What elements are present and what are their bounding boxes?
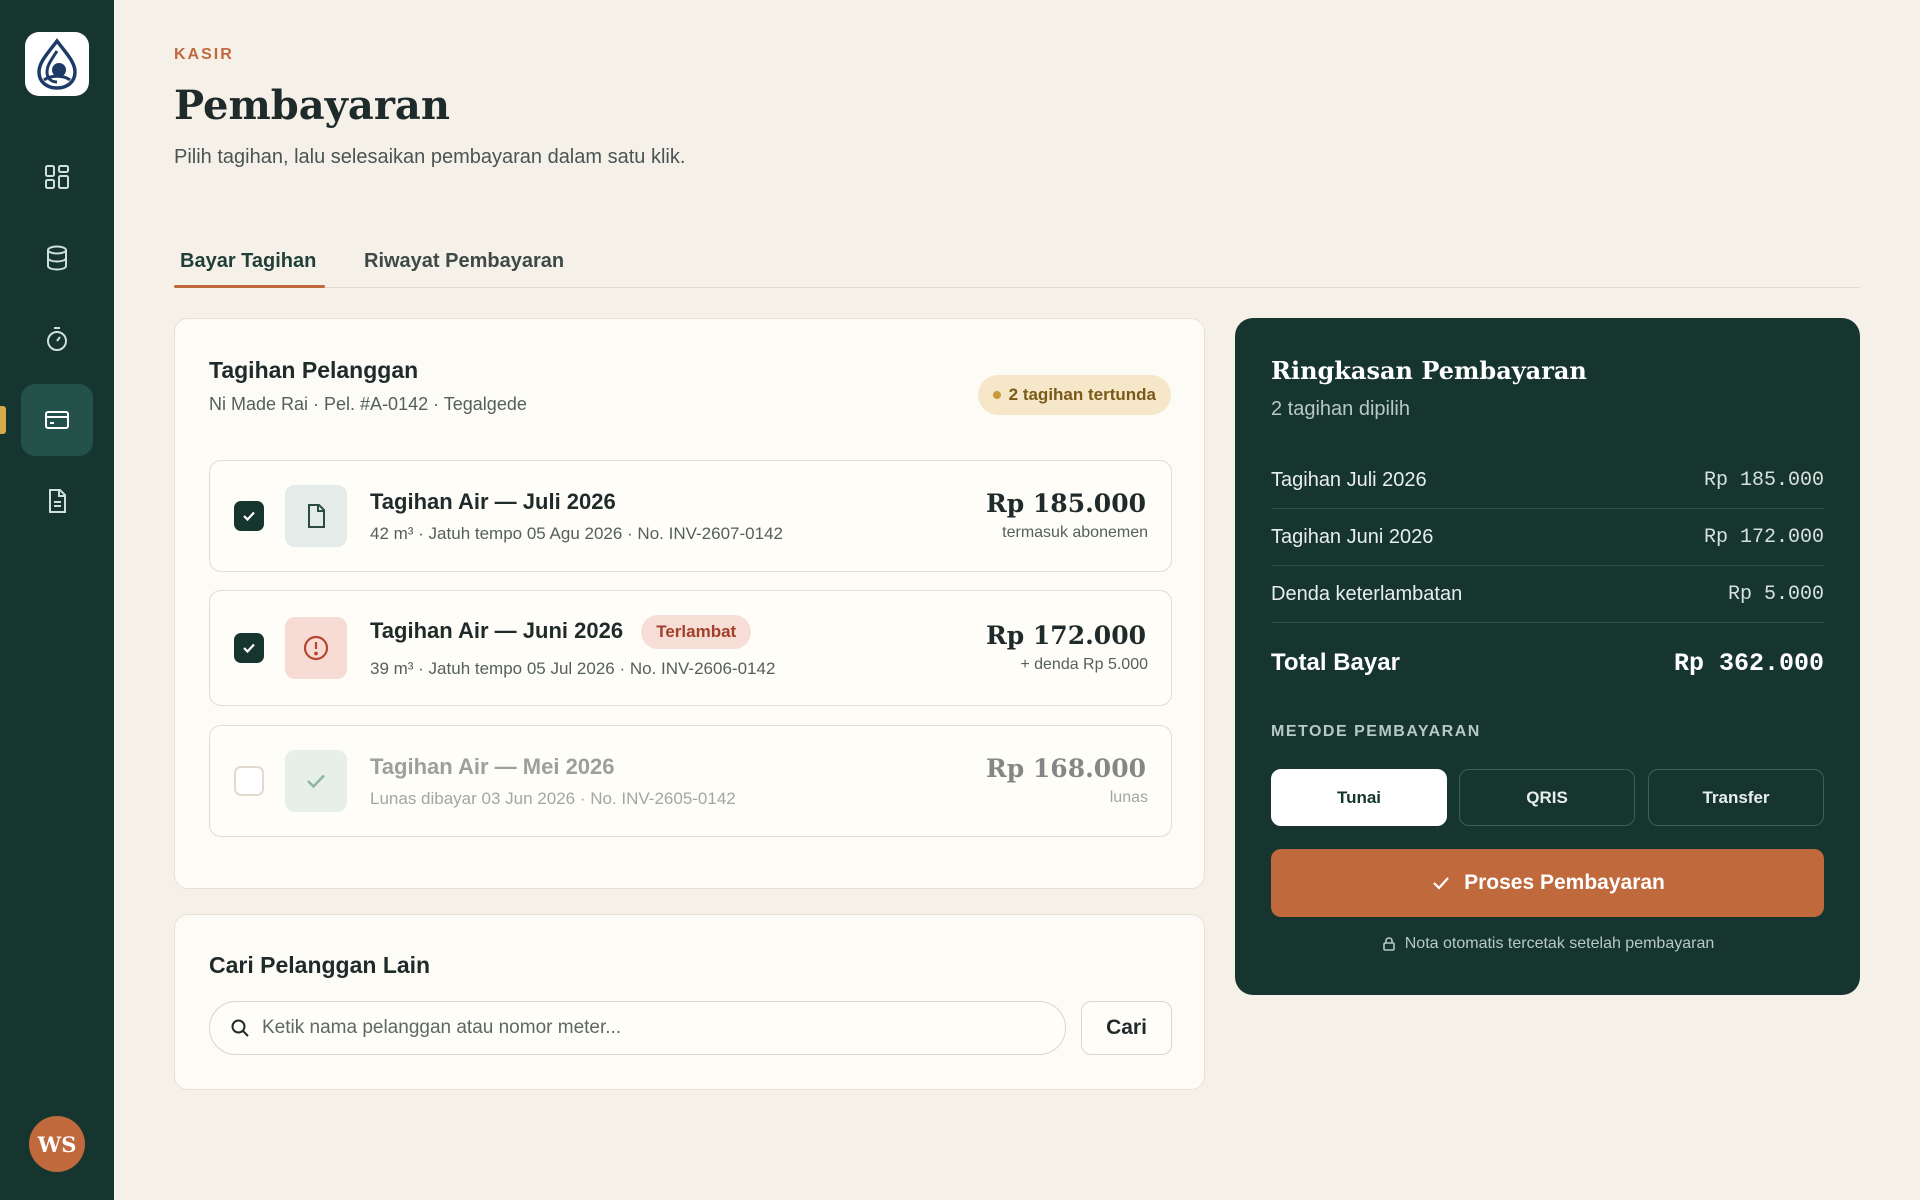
method-tunai-button[interactable]: Tunai — [1271, 769, 1447, 826]
bills-title: Tagihan Pelanggan — [209, 357, 419, 383]
search-input[interactable] — [262, 1017, 1042, 1039]
pending-dot-icon — [992, 391, 1001, 399]
summary-row: Tagihan Juni 2026 Rp 172.000 — [1271, 509, 1824, 566]
app-logo[interactable] — [25, 32, 89, 96]
check-icon — [243, 511, 255, 522]
summary-total: Total Bayar Rp 362.000 — [1271, 643, 1824, 683]
late-status-badge: Terlambat — [641, 615, 752, 649]
avatar-initials: WS — [37, 1131, 77, 1157]
bill-meta: Lunas dibayar 03 Jun 2026 · No. INV-2605… — [370, 789, 736, 808]
nav-payments[interactable] — [21, 384, 93, 456]
page-title: Pembayaran — [174, 82, 450, 129]
bill-checkbox-juli[interactable] — [234, 501, 264, 531]
bills-card: Tagihan Pelanggan Ni Made Rai · Pel. #A-… — [174, 318, 1205, 889]
bill-type-icon — [285, 750, 347, 812]
bill-checkbox-mei[interactable] — [234, 766, 264, 796]
search-title: Cari Pelanggan Lain — [209, 952, 431, 978]
summary-row-label: Tagihan Juni 2026 — [1271, 525, 1434, 548]
bill-note: lunas — [1109, 789, 1148, 806]
bill-row-juni[interactable]: Tagihan Air — Juni 2026 Terlambat 39 m³ … — [209, 590, 1172, 706]
bill-note: + denda Rp 5.000 — [1020, 656, 1148, 673]
nav-meter[interactable] — [21, 303, 93, 375]
bill-name: Tagihan Air — Juni 2026 — [370, 617, 624, 643]
alert-circle-icon — [303, 635, 329, 661]
check-icon — [243, 643, 255, 654]
process-payment-button[interactable]: Proses Pembayaran — [1271, 849, 1824, 917]
receipt-footnote: Nota otomatis tercetak setelah pembayara… — [1271, 935, 1824, 953]
bill-name: Tagihan Air — Mei 2026 — [370, 754, 615, 779]
payment-summary-panel: Ringkasan Pembayaran 2 tagihan dipilih T… — [1235, 318, 1860, 995]
tab-riwayat-pembayaran[interactable]: Riwayat Pembayaran — [364, 250, 564, 273]
summary-title: Ringkasan Pembayaran — [1271, 356, 1587, 385]
bill-type-icon — [285, 617, 347, 679]
method-qris-button[interactable]: QRIS — [1459, 769, 1635, 826]
footnote-text: Nota otomatis tercetak setelah pembayara… — [1404, 935, 1715, 952]
water-drop-logo-icon — [37, 38, 77, 90]
credit-card-icon — [45, 411, 69, 429]
user-avatar[interactable]: WS — [29, 1116, 85, 1172]
tab-bayar-tagihan[interactable]: Bayar Tagihan — [180, 250, 316, 273]
total-label: Total Bayar — [1271, 649, 1400, 676]
summary-row-value: Rp 5.000 — [1727, 582, 1824, 606]
customer-info: Ni Made Rai · Pel. #A-0142 · Tegalgede — [209, 394, 527, 414]
summary-subtitle: 2 tagihan dipilih — [1271, 398, 1410, 420]
document-icon — [49, 489, 66, 513]
summary-row-value: Rp 172.000 — [1703, 525, 1824, 549]
timer-icon — [47, 327, 67, 351]
payment-method-label: METODE PEMBAYARAN — [1271, 723, 1481, 740]
bill-checkbox-juni[interactable] — [234, 633, 264, 663]
bill-name: Tagihan Air — Juli 2026 — [370, 489, 616, 514]
total-value: Rp 362.000 — [1673, 648, 1824, 678]
bill-row-juli[interactable]: Tagihan Air — Juli 2026 42 m³ · Jatuh te… — [209, 460, 1172, 572]
dashboard-icon — [45, 165, 69, 189]
summary-row-value: Rp 185.000 — [1703, 468, 1824, 492]
summary-row-label: Denda keterlambatan — [1271, 582, 1463, 605]
summary-row: Denda keterlambatan Rp 5.000 — [1271, 566, 1824, 623]
search-icon — [231, 1019, 249, 1037]
lock-icon — [1382, 937, 1395, 951]
tabs-divider — [174, 287, 1860, 288]
sidebar: WS — [0, 0, 114, 1200]
search-field[interactable] — [209, 1001, 1066, 1055]
process-payment-label: Proses Pembayaran — [1464, 871, 1665, 894]
summary-row-label: Tagihan Juli 2026 — [1271, 468, 1427, 491]
search-card: Cari Pelanggan Lain Cari — [174, 914, 1205, 1090]
database-icon — [47, 245, 67, 271]
nav-reports[interactable] — [21, 465, 93, 537]
method-transfer-button[interactable]: Transfer — [1648, 769, 1824, 826]
active-tab-underline — [174, 285, 325, 288]
active-nav-indicator — [0, 406, 6, 434]
search-button[interactable]: Cari — [1081, 1001, 1172, 1055]
bill-amount: Rp 168.000 — [985, 754, 1146, 783]
summary-row: Tagihan Juli 2026 Rp 185.000 — [1271, 452, 1824, 509]
bill-meta: 39 m³ · Jatuh tempo 05 Jul 2026 · No. IN… — [370, 659, 776, 678]
bill-note: termasuk abonemen — [1002, 524, 1148, 541]
nav-dashboard[interactable] — [21, 141, 93, 213]
bill-amount: Rp 172.000 — [985, 621, 1146, 650]
page-subtitle: Pilih tagihan, lalu selesaikan pembayara… — [174, 146, 686, 168]
bill-meta: 42 m³ · Jatuh tempo 05 Agu 2026 · No. IN… — [370, 524, 783, 543]
bill-amount: Rp 185.000 — [985, 489, 1146, 518]
bill-row-mei[interactable]: Tagihan Air — Mei 2026 Lunas dibayar 03 … — [209, 725, 1172, 837]
bill-type-icon — [285, 485, 347, 547]
bill-name-wrapper: Tagihan Air — Juni 2026 Terlambat — [370, 615, 752, 649]
nav-database[interactable] — [21, 222, 93, 294]
page-eyebrow: KASIR — [174, 46, 234, 63]
pending-badge-label: 2 tagihan tertunda — [1008, 385, 1156, 404]
file-icon — [308, 504, 325, 528]
check-icon — [1433, 877, 1449, 890]
check-icon — [307, 774, 325, 789]
pending-badge: 2 tagihan tertunda — [977, 375, 1171, 415]
